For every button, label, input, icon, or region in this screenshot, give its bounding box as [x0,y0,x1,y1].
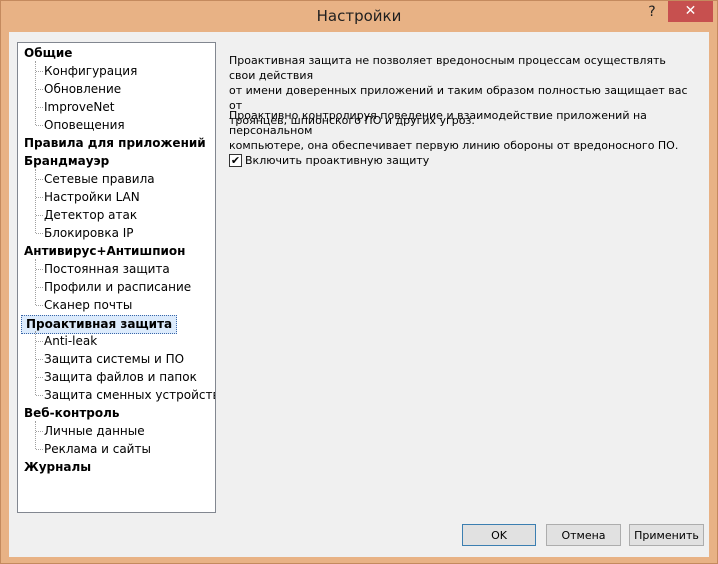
tree-connector-line [36,89,43,90]
tree-connector-line [36,359,43,360]
title-bar[interactable]: Настройки ? ✕ [1,1,717,32]
description-line: Проактивно контролируя поведение и взаим… [229,109,647,137]
enable-proactive-checkbox[interactable]: ✔ [229,154,242,167]
tree-child-item[interactable]: Anti-leak [44,333,97,350]
description-line: Проактивная защита не позволяет вредонос… [229,54,666,82]
tree-connector-line [36,107,43,108]
tree-group-item[interactable]: Проактивная защита [21,315,178,334]
tree-connector-line [35,259,36,305]
tree-child-item[interactable]: Постоянная защита [44,261,170,278]
tree-connector-line [36,179,43,180]
close-button[interactable]: ✕ [668,1,713,22]
tree-child-item[interactable]: Оповещения [44,117,125,134]
dialog-body: Общие Конфигурация Обновление ImproveNet Опо… [9,32,709,557]
tree-connector-line [36,449,43,450]
tree-child-item[interactable]: Профили и расписание [44,279,191,296]
tree-child-item[interactable]: Реклама и сайты [44,441,151,458]
tree-group-item[interactable]: Общие [24,45,72,62]
tree-child-item[interactable]: Настройки LAN [44,189,140,206]
tree-connector-line [36,215,43,216]
tree-connector-line [36,431,43,432]
description-line: компьютере, она обеспечивает первую лини… [229,139,679,152]
cancel-button[interactable]: Отмена [546,524,621,546]
tree-connector-line [36,197,43,198]
tree-child-item[interactable]: Защита файлов и папок [44,369,197,386]
tree-child-item[interactable]: Обновление [44,81,121,98]
tree-child-item[interactable]: ImproveNet [44,99,114,116]
tree-child-item[interactable]: Конфигурация [44,63,137,80]
tree-group-item[interactable]: Антивирус+Антишпион [24,243,185,260]
tree-connector-line [36,377,43,378]
checkmark-icon: ✔ [230,154,241,167]
tree-child-item[interactable]: Защита системы и ПО [44,351,184,368]
tree-child-item[interactable]: Защита сменных устройств [44,387,215,404]
tree-child-item[interactable]: Блокировка IP [44,225,134,242]
enable-proactive-label[interactable]: Включить проактивную защиту [245,152,429,169]
tree-connector-line [36,125,43,126]
tree-connector-line [36,71,43,72]
settings-tree[interactable]: Общие Конфигурация Обновление ImproveNet Опо… [17,42,216,513]
close-icon: ✕ [684,3,697,19]
tree-connector-line [36,341,43,342]
ok-button[interactable]: OK [462,524,536,546]
description-paragraph-2: Проактивно контролируя поведение и взаим… [229,108,689,153]
window-title: Настройки [316,7,402,25]
tree-group-item[interactable]: Брандмауэр [24,153,109,170]
tree-connector-line [35,421,36,449]
tree-child-item[interactable]: Сетевые правила [44,171,155,188]
tree-group-item[interactable]: Правила для приложений [24,135,206,152]
settings-window: Настройки ? ✕ Общие Конфигурация Обновлени… [0,0,718,564]
tree-connector-line [36,269,43,270]
tree-child-item[interactable]: Сканер почты [44,297,132,314]
tree-connector-line [36,395,43,396]
tree-connector-line [35,169,36,233]
tree-connector-line [35,331,36,395]
tree-connector-line [36,233,43,234]
help-button[interactable]: ? [639,1,665,23]
tree-connector-line [36,287,43,288]
tree-child-item[interactable]: Личные данные [44,423,145,440]
apply-button[interactable]: Применить [629,524,704,546]
tree-child-item[interactable]: Детектор атак [44,207,137,224]
tree-connector-line [36,305,43,306]
tree-connector-line [35,61,36,125]
tree-group-item[interactable]: Журналы [24,459,91,476]
tree-group-item[interactable]: Веб-контроль [24,405,120,422]
